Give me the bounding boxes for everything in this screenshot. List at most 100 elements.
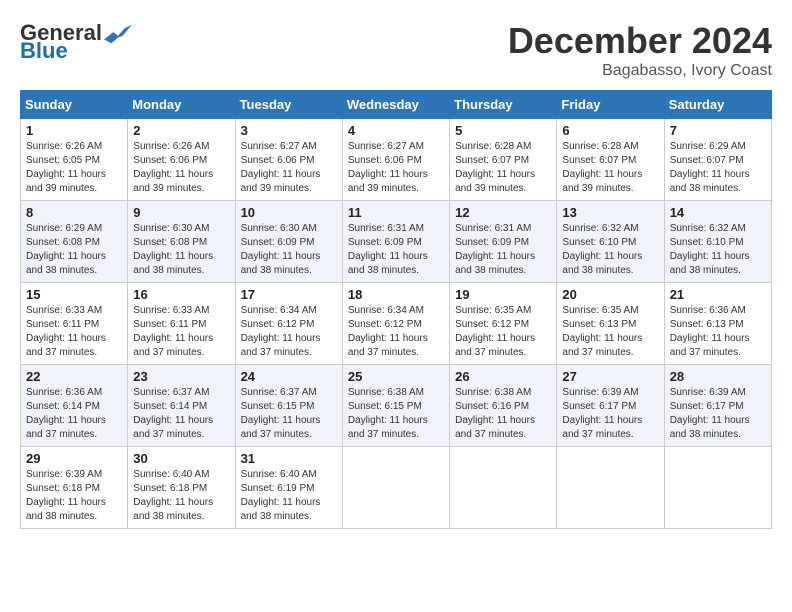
day-info: Sunrise: 6:28 AMSunset: 6:07 PMDaylight:… bbox=[562, 140, 658, 196]
day-number: 19 bbox=[455, 287, 551, 302]
calendar-week-row: 29 Sunrise: 6:39 AMSunset: 6:18 PMDaylig… bbox=[21, 447, 772, 529]
day-info: Sunrise: 6:30 AMSunset: 6:09 PMDaylight:… bbox=[241, 222, 337, 278]
calendar-week-row: 1 Sunrise: 6:26 AMSunset: 6:05 PMDayligh… bbox=[21, 119, 772, 201]
logo-bird-icon bbox=[104, 22, 132, 44]
day-info: Sunrise: 6:40 AMSunset: 6:18 PMDaylight:… bbox=[133, 468, 229, 524]
day-info: Sunrise: 6:31 AMSunset: 6:09 PMDaylight:… bbox=[455, 222, 551, 278]
day-info: Sunrise: 6:39 AMSunset: 6:18 PMDaylight:… bbox=[26, 468, 122, 524]
day-info: Sunrise: 6:27 AMSunset: 6:06 PMDaylight:… bbox=[348, 140, 444, 196]
day-number: 8 bbox=[26, 205, 122, 220]
day-number: 16 bbox=[133, 287, 229, 302]
day-number: 30 bbox=[133, 451, 229, 466]
table-row bbox=[664, 447, 771, 529]
title-section: December 2024 Bagabasso, Ivory Coast bbox=[508, 20, 772, 80]
col-tuesday: Tuesday bbox=[235, 91, 342, 119]
day-info: Sunrise: 6:33 AMSunset: 6:11 PMDaylight:… bbox=[26, 304, 122, 360]
table-row: 16 Sunrise: 6:33 AMSunset: 6:11 PMDaylig… bbox=[128, 283, 235, 365]
calendar-header-row: Sunday Monday Tuesday Wednesday Thursday… bbox=[21, 91, 772, 119]
col-friday: Friday bbox=[557, 91, 664, 119]
table-row: 30 Sunrise: 6:40 AMSunset: 6:18 PMDaylig… bbox=[128, 447, 235, 529]
day-number: 14 bbox=[670, 205, 766, 220]
day-info: Sunrise: 6:36 AMSunset: 6:13 PMDaylight:… bbox=[670, 304, 766, 360]
table-row: 14 Sunrise: 6:32 AMSunset: 6:10 PMDaylig… bbox=[664, 201, 771, 283]
day-info: Sunrise: 6:26 AMSunset: 6:05 PMDaylight:… bbox=[26, 140, 122, 196]
day-info: Sunrise: 6:38 AMSunset: 6:15 PMDaylight:… bbox=[348, 386, 444, 442]
table-row: 8 Sunrise: 6:29 AMSunset: 6:08 PMDayligh… bbox=[21, 201, 128, 283]
day-info: Sunrise: 6:35 AMSunset: 6:13 PMDaylight:… bbox=[562, 304, 658, 360]
day-number: 17 bbox=[241, 287, 337, 302]
header: General Blue December 2024 Bagabasso, Iv… bbox=[20, 20, 772, 80]
table-row: 11 Sunrise: 6:31 AMSunset: 6:09 PMDaylig… bbox=[342, 201, 449, 283]
table-row: 21 Sunrise: 6:36 AMSunset: 6:13 PMDaylig… bbox=[664, 283, 771, 365]
day-info: Sunrise: 6:29 AMSunset: 6:07 PMDaylight:… bbox=[670, 140, 766, 196]
calendar: Sunday Monday Tuesday Wednesday Thursday… bbox=[20, 90, 772, 529]
table-row: 29 Sunrise: 6:39 AMSunset: 6:18 PMDaylig… bbox=[21, 447, 128, 529]
table-row: 22 Sunrise: 6:36 AMSunset: 6:14 PMDaylig… bbox=[21, 365, 128, 447]
table-row: 17 Sunrise: 6:34 AMSunset: 6:12 PMDaylig… bbox=[235, 283, 342, 365]
day-number: 31 bbox=[241, 451, 337, 466]
table-row: 9 Sunrise: 6:30 AMSunset: 6:08 PMDayligh… bbox=[128, 201, 235, 283]
table-row: 3 Sunrise: 6:27 AMSunset: 6:06 PMDayligh… bbox=[235, 119, 342, 201]
day-info: Sunrise: 6:39 AMSunset: 6:17 PMDaylight:… bbox=[562, 386, 658, 442]
day-info: Sunrise: 6:31 AMSunset: 6:09 PMDaylight:… bbox=[348, 222, 444, 278]
table-row: 12 Sunrise: 6:31 AMSunset: 6:09 PMDaylig… bbox=[450, 201, 557, 283]
day-number: 27 bbox=[562, 369, 658, 384]
day-number: 12 bbox=[455, 205, 551, 220]
day-number: 10 bbox=[241, 205, 337, 220]
day-number: 9 bbox=[133, 205, 229, 220]
day-number: 4 bbox=[348, 123, 444, 138]
table-row: 4 Sunrise: 6:27 AMSunset: 6:06 PMDayligh… bbox=[342, 119, 449, 201]
day-number: 15 bbox=[26, 287, 122, 302]
day-number: 28 bbox=[670, 369, 766, 384]
location: Bagabasso, Ivory Coast bbox=[508, 62, 772, 80]
col-thursday: Thursday bbox=[450, 91, 557, 119]
month-year: December 2024 bbox=[508, 20, 772, 62]
table-row: 25 Sunrise: 6:38 AMSunset: 6:15 PMDaylig… bbox=[342, 365, 449, 447]
day-info: Sunrise: 6:27 AMSunset: 6:06 PMDaylight:… bbox=[241, 140, 337, 196]
day-number: 2 bbox=[133, 123, 229, 138]
col-saturday: Saturday bbox=[664, 91, 771, 119]
day-number: 29 bbox=[26, 451, 122, 466]
table-row: 27 Sunrise: 6:39 AMSunset: 6:17 PMDaylig… bbox=[557, 365, 664, 447]
table-row: 19 Sunrise: 6:35 AMSunset: 6:12 PMDaylig… bbox=[450, 283, 557, 365]
day-number: 18 bbox=[348, 287, 444, 302]
day-number: 13 bbox=[562, 205, 658, 220]
day-info: Sunrise: 6:36 AMSunset: 6:14 PMDaylight:… bbox=[26, 386, 122, 442]
table-row: 20 Sunrise: 6:35 AMSunset: 6:13 PMDaylig… bbox=[557, 283, 664, 365]
table-row: 10 Sunrise: 6:30 AMSunset: 6:09 PMDaylig… bbox=[235, 201, 342, 283]
day-info: Sunrise: 6:26 AMSunset: 6:06 PMDaylight:… bbox=[133, 140, 229, 196]
day-number: 21 bbox=[670, 287, 766, 302]
day-number: 20 bbox=[562, 287, 658, 302]
table-row bbox=[450, 447, 557, 529]
day-number: 26 bbox=[455, 369, 551, 384]
table-row: 2 Sunrise: 6:26 AMSunset: 6:06 PMDayligh… bbox=[128, 119, 235, 201]
day-info: Sunrise: 6:38 AMSunset: 6:16 PMDaylight:… bbox=[455, 386, 551, 442]
table-row: 26 Sunrise: 6:38 AMSunset: 6:16 PMDaylig… bbox=[450, 365, 557, 447]
day-number: 3 bbox=[241, 123, 337, 138]
table-row: 28 Sunrise: 6:39 AMSunset: 6:17 PMDaylig… bbox=[664, 365, 771, 447]
day-info: Sunrise: 6:32 AMSunset: 6:10 PMDaylight:… bbox=[670, 222, 766, 278]
day-info: Sunrise: 6:39 AMSunset: 6:17 PMDaylight:… bbox=[670, 386, 766, 442]
table-row: 7 Sunrise: 6:29 AMSunset: 6:07 PMDayligh… bbox=[664, 119, 771, 201]
day-number: 5 bbox=[455, 123, 551, 138]
day-info: Sunrise: 6:37 AMSunset: 6:14 PMDaylight:… bbox=[133, 386, 229, 442]
day-info: Sunrise: 6:30 AMSunset: 6:08 PMDaylight:… bbox=[133, 222, 229, 278]
day-info: Sunrise: 6:32 AMSunset: 6:10 PMDaylight:… bbox=[562, 222, 658, 278]
day-number: 1 bbox=[26, 123, 122, 138]
day-info: Sunrise: 6:34 AMSunset: 6:12 PMDaylight:… bbox=[348, 304, 444, 360]
day-number: 7 bbox=[670, 123, 766, 138]
day-info: Sunrise: 6:28 AMSunset: 6:07 PMDaylight:… bbox=[455, 140, 551, 196]
table-row bbox=[342, 447, 449, 529]
calendar-week-row: 15 Sunrise: 6:33 AMSunset: 6:11 PMDaylig… bbox=[21, 283, 772, 365]
col-sunday: Sunday bbox=[21, 91, 128, 119]
day-number: 24 bbox=[241, 369, 337, 384]
day-number: 23 bbox=[133, 369, 229, 384]
day-number: 25 bbox=[348, 369, 444, 384]
col-monday: Monday bbox=[128, 91, 235, 119]
table-row: 1 Sunrise: 6:26 AMSunset: 6:05 PMDayligh… bbox=[21, 119, 128, 201]
calendar-week-row: 22 Sunrise: 6:36 AMSunset: 6:14 PMDaylig… bbox=[21, 365, 772, 447]
table-row: 31 Sunrise: 6:40 AMSunset: 6:19 PMDaylig… bbox=[235, 447, 342, 529]
table-row: 13 Sunrise: 6:32 AMSunset: 6:10 PMDaylig… bbox=[557, 201, 664, 283]
table-row: 24 Sunrise: 6:37 AMSunset: 6:15 PMDaylig… bbox=[235, 365, 342, 447]
day-number: 6 bbox=[562, 123, 658, 138]
